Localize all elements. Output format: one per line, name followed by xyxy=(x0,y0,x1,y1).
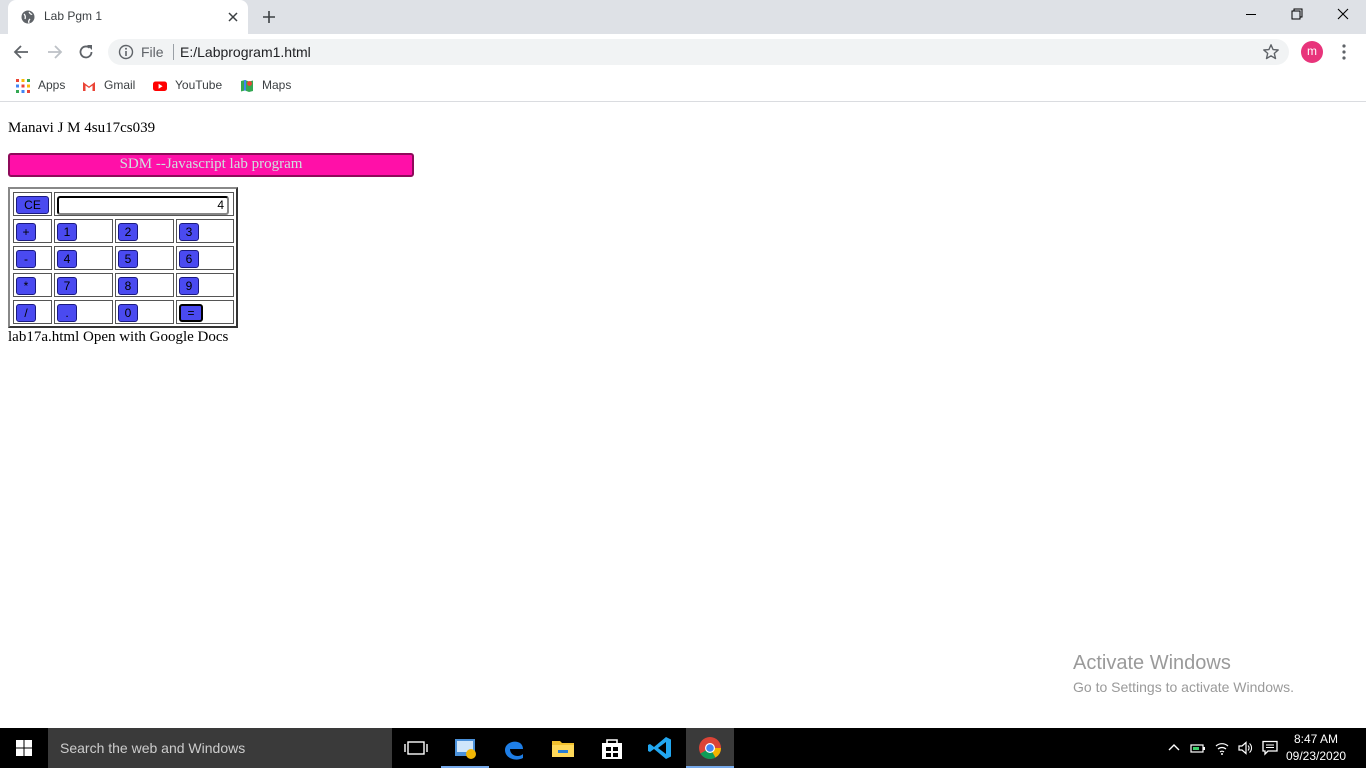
calc-cell: 3 xyxy=(176,219,234,243)
task-view-icon[interactable] xyxy=(392,728,440,768)
calc-cell: 9 xyxy=(176,273,234,297)
restore-icon[interactable] xyxy=(1274,0,1320,30)
edge-icon[interactable] xyxy=(490,728,538,768)
bookmark-apps[interactable]: Apps xyxy=(16,76,68,96)
globe-icon xyxy=(21,10,35,24)
key-minus[interactable]: - xyxy=(16,250,36,268)
taskbar-search-box[interactable]: Search the web and Windows xyxy=(48,728,392,768)
volume-icon[interactable] xyxy=(1237,740,1253,756)
key-plus[interactable]: + xyxy=(16,223,36,241)
apps-grid-icon xyxy=(16,79,30,93)
taskbar-search-placeholder: Search the web and Windows xyxy=(60,740,246,756)
key-5[interactable]: 5 xyxy=(118,250,138,268)
control-panel-icon xyxy=(455,739,476,759)
vscode-icon[interactable] xyxy=(637,728,685,768)
info-icon[interactable] xyxy=(118,44,134,60)
activate-windows-watermark: Activate Windows Go to Settings to activ… xyxy=(1073,652,1294,695)
reload-icon[interactable] xyxy=(76,42,96,62)
web-page: Manavi J M 4su17cs039 SDM --Javascript l… xyxy=(0,103,1366,728)
key-equals[interactable]: = xyxy=(179,304,203,322)
new-tab-icon[interactable] xyxy=(260,8,278,26)
url-text[interactable]: E:/Labprogram1.html xyxy=(180,44,311,60)
calc-cell: + xyxy=(13,219,52,243)
bookmark-label: Gmail xyxy=(104,78,136,92)
calc-cell: 0 xyxy=(115,300,174,324)
profile-avatar[interactable]: m xyxy=(1301,41,1323,63)
gmail-icon xyxy=(83,82,95,91)
chrome-icon xyxy=(699,737,721,759)
youtube-icon xyxy=(153,81,167,91)
program-banner: SDM --Javascript lab program xyxy=(8,153,414,177)
taskbar-app-control-panel[interactable] xyxy=(441,728,489,768)
key-3[interactable]: 3 xyxy=(179,223,199,241)
watermark-subtitle: Go to Settings to activate Windows. xyxy=(1073,679,1294,695)
calc-cell: 8 xyxy=(115,273,174,297)
action-center-icon[interactable] xyxy=(1262,740,1278,756)
calc-cell: 6 xyxy=(176,246,234,270)
calculator-display[interactable]: 4 xyxy=(57,196,229,215)
browser-tab[interactable]: Lab Pgm 1 xyxy=(8,0,248,34)
calc-cell: 2 xyxy=(115,219,174,243)
bookmark-star-icon[interactable] xyxy=(1262,43,1280,61)
key-9[interactable]: 9 xyxy=(179,277,199,295)
taskbar-app-chrome[interactable] xyxy=(686,728,734,768)
bookmark-label: Apps xyxy=(38,78,66,92)
clear-entry-button[interactable]: CE xyxy=(16,196,49,214)
close-window-icon[interactable] xyxy=(1320,0,1366,30)
key-divide[interactable]: / xyxy=(16,304,36,322)
tab-title: Lab Pgm 1 xyxy=(44,9,103,23)
bookmark-youtube[interactable]: YouTube xyxy=(153,76,225,96)
close-tab-icon[interactable] xyxy=(225,9,241,25)
key-2[interactable]: 2 xyxy=(118,223,138,241)
address-bar[interactable]: File E:/Labprogram1.html xyxy=(108,39,1289,65)
key-1[interactable]: 1 xyxy=(57,223,77,241)
clock-time: 8:47 AM xyxy=(1293,732,1339,746)
key-8[interactable]: 8 xyxy=(118,277,138,295)
calc-cell: - xyxy=(13,246,52,270)
key-6[interactable]: 6 xyxy=(179,250,199,268)
watermark-title: Activate Windows xyxy=(1073,652,1231,674)
minimize-icon[interactable] xyxy=(1228,0,1274,30)
calc-cell: . xyxy=(54,300,113,324)
key-decimal[interactable]: . xyxy=(57,304,77,322)
bookmark-maps[interactable]: Maps xyxy=(240,76,296,96)
calc-cell: 4 xyxy=(54,246,113,270)
calc-cell: * xyxy=(13,273,52,297)
battery-icon[interactable] xyxy=(1190,740,1206,756)
windows-taskbar: Search the web and Windows 8:47 AM 09/23… xyxy=(0,728,1366,768)
calc-cell: 4 xyxy=(54,192,234,216)
key-4[interactable]: 4 xyxy=(57,250,77,268)
calc-cell: / xyxy=(13,300,52,324)
chevron-up-icon[interactable] xyxy=(1166,740,1182,756)
calc-cell: CE xyxy=(13,192,52,216)
bookmark-gmail[interactable]: Gmail xyxy=(82,76,138,96)
forward-arrow-icon[interactable] xyxy=(44,42,64,62)
author-heading: Manavi J M 4su17cs039 xyxy=(8,120,156,136)
back-arrow-icon[interactable] xyxy=(12,42,32,62)
calc-cell: 5 xyxy=(115,246,174,270)
address-separator xyxy=(173,44,174,60)
windows-start-icon[interactable] xyxy=(0,728,48,768)
browser-toolbar: File E:/Labprogram1.html m xyxy=(0,34,1366,70)
maps-icon xyxy=(241,80,253,92)
key-7[interactable]: 7 xyxy=(57,277,77,295)
clock-date: 09/23/2020 xyxy=(1286,749,1347,763)
calculator-table: CE 4 + 1 2 3 - 4 5 6 * 7 8 9 / . 0 = xyxy=(8,187,238,328)
more-menu-icon[interactable] xyxy=(1336,43,1352,61)
calc-cell: 7 xyxy=(54,273,113,297)
file-explorer-icon[interactable] xyxy=(539,728,587,768)
file-link-text: lab17a.html Open with Google Docs xyxy=(8,329,229,345)
wifi-icon[interactable] xyxy=(1214,740,1230,756)
store-icon[interactable] xyxy=(588,728,636,768)
calc-cell: = xyxy=(176,300,234,324)
bookmark-label: Maps xyxy=(262,78,292,92)
key-multiply[interactable]: * xyxy=(16,277,36,295)
bookmarks-bar: Apps Gmail YouTube Maps xyxy=(0,70,1366,102)
tab-strip: Lab Pgm 1 xyxy=(0,0,1366,34)
taskbar-clock[interactable]: 8:47 AM 09/23/2020 xyxy=(1286,731,1346,765)
calc-cell: 1 xyxy=(54,219,113,243)
bookmark-label: YouTube xyxy=(175,78,223,92)
key-0[interactable]: 0 xyxy=(118,304,138,322)
url-scheme-label: File xyxy=(141,44,164,60)
